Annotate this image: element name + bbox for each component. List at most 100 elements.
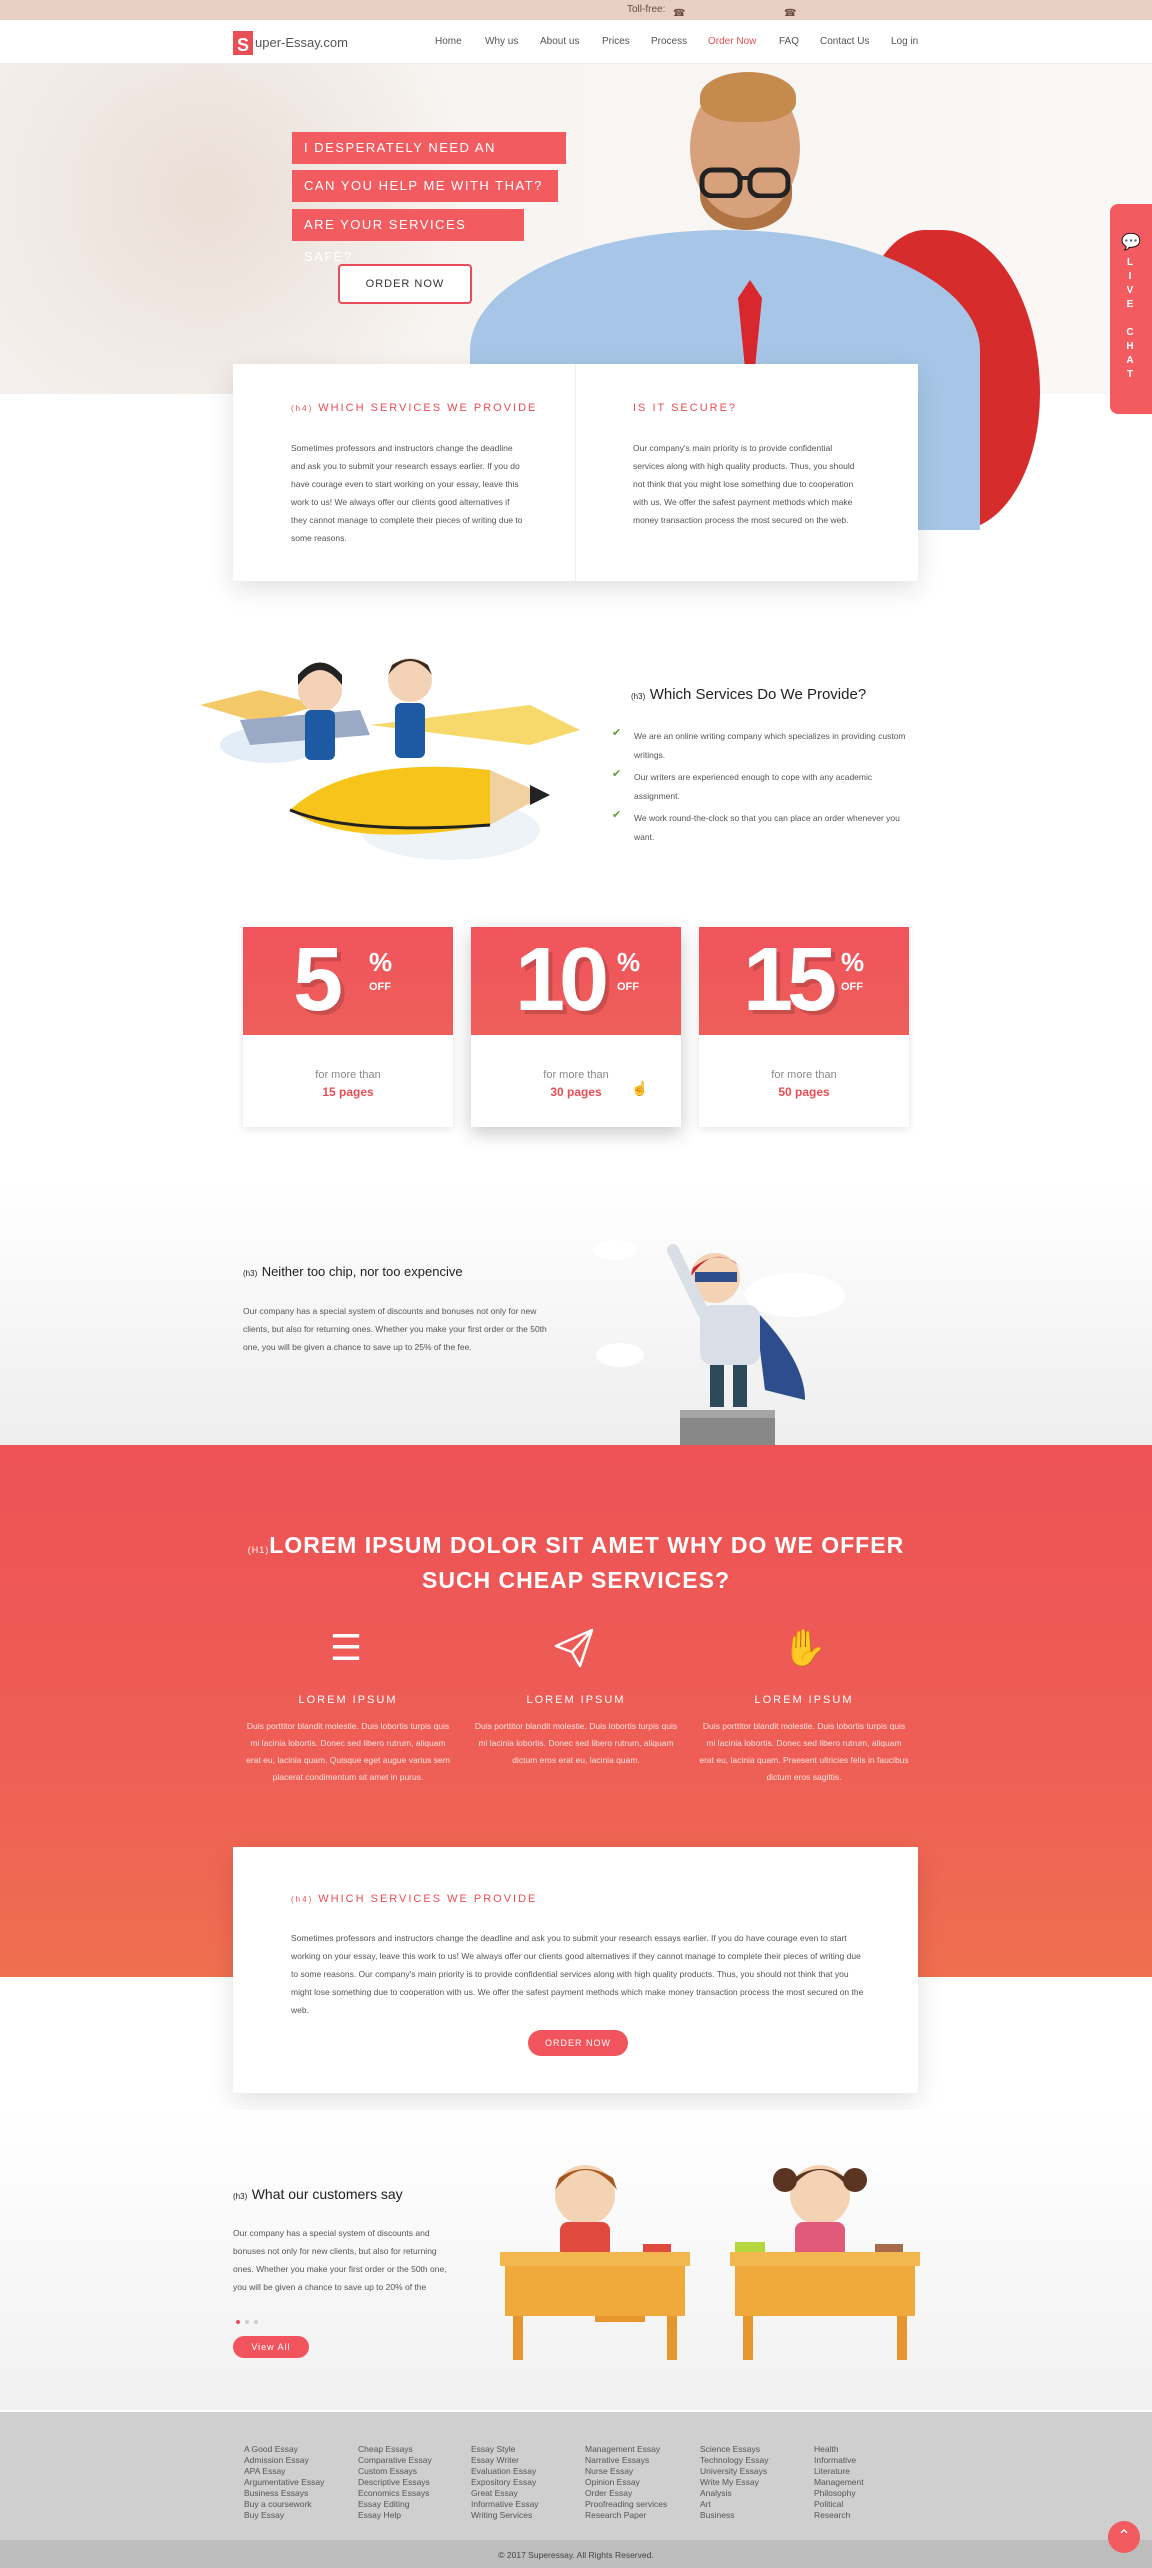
nav-home[interactable]: Home xyxy=(435,36,462,47)
footer-link[interactable]: Buy Essay xyxy=(244,2510,324,2521)
footer-link[interactable]: Political xyxy=(814,2499,864,2510)
footer-link[interactable]: Art xyxy=(700,2499,769,2510)
discount-number: 5 xyxy=(293,930,343,1030)
footer-link[interactable]: Essay Editing xyxy=(358,2499,432,2510)
list-item: ✔ We work round-the-clock so that you ca… xyxy=(612,809,900,842)
footer-link[interactable]: Comparative Essay xyxy=(358,2455,432,2466)
hero-man-glasses xyxy=(699,167,791,198)
footer-link[interactable]: Informative xyxy=(814,2455,864,2466)
footer-link[interactable]: Technology Essay xyxy=(700,2455,769,2466)
footer-link[interactable]: Research xyxy=(814,2510,864,2521)
info-left-title: (h4) WHICH SERVICES WE PROVIDE xyxy=(291,402,538,414)
footer-link[interactable]: Essay Style xyxy=(471,2444,539,2455)
carousel-dots[interactable] xyxy=(236,2311,258,2329)
discount-off: OFF xyxy=(617,981,639,993)
footer-column-6: Health Informative Literature Management Phi… xyxy=(814,2444,864,2521)
discount-percent: % xyxy=(369,947,393,977)
girl-at-desk-illustration xyxy=(730,2165,920,2360)
feature-3-text: Duis porttitor blandit molestie. Duis lo… xyxy=(699,1721,909,1782)
services-card: (h4) WHICH SERVICES WE PROVIDE Sometimes… xyxy=(233,1847,918,2093)
footer-link[interactable]: Business xyxy=(700,2510,769,2521)
footer-link[interactable]: Proofreading services xyxy=(585,2499,667,2510)
hero-line-1: I DESPERATELY NEED AN ESSAY! xyxy=(292,132,566,187)
footer-link[interactable]: Literature xyxy=(814,2466,864,2477)
nav-order-now[interactable]: Order Now xyxy=(708,36,756,47)
view-all-button[interactable]: View All xyxy=(233,2336,309,2358)
paper-plane-icon xyxy=(554,1628,594,1668)
hero-order-now-button[interactable]: ORDER NOW xyxy=(338,264,472,304)
discount-pages: 15 pages xyxy=(322,1085,374,1099)
footer xyxy=(0,2412,1152,2540)
discount-card-15[interactable]: 15 % OFF for more than 50 pages xyxy=(699,927,909,1127)
footer-link[interactable]: Essay Help xyxy=(358,2510,432,2521)
footer-link[interactable]: Analysis xyxy=(700,2488,769,2499)
scroll-to-top-button[interactable]: ⌃ xyxy=(1108,2521,1140,2553)
nav-process[interactable]: Process xyxy=(651,36,687,47)
footer-link[interactable]: Narrative Essays xyxy=(585,2455,667,2466)
footer-link[interactable]: Management xyxy=(814,2477,864,2488)
footer-link[interactable]: Expository Essay xyxy=(471,2477,539,2488)
copyright: © 2017 Superessay. All Rights Reserved. xyxy=(498,2550,654,2560)
footer-link[interactable]: Evaluation Essay xyxy=(471,2466,539,2477)
discount-off: OFF xyxy=(841,981,863,993)
footer-link[interactable]: Essay Writer xyxy=(471,2455,539,2466)
chat-bubble-icon: 💬 xyxy=(1121,234,1141,251)
footer-link[interactable]: Writing Services xyxy=(471,2510,539,2521)
hero-line-3: ARE YOUR SERVICES SAFE? xyxy=(292,209,524,264)
dot-active[interactable] xyxy=(236,2320,240,2324)
info-card: (h4) WHICH SERVICES WE PROVIDE Sometimes… xyxy=(233,364,918,581)
footer-link[interactable]: Science Essays xyxy=(700,2444,769,2455)
nav-prices[interactable]: Prices xyxy=(602,36,630,47)
discount-percent: % xyxy=(841,947,865,977)
services-order-now-button[interactable]: ORDER NOW xyxy=(528,2030,628,2056)
footer-link[interactable]: Business Essays xyxy=(244,2488,324,2499)
live-chat-label: LIVE CHAT xyxy=(1126,257,1136,380)
discount-number: 15 xyxy=(743,930,837,1030)
customers-text: Our company has a special system of disc… xyxy=(233,2228,447,2292)
footer-link[interactable]: Argumentative Essay xyxy=(244,2477,324,2488)
stack-icon: ☰ xyxy=(329,1627,363,1668)
cheap-text: Our company has a special system of disc… xyxy=(243,1306,547,1352)
footer-link[interactable]: Health xyxy=(814,2444,864,2455)
dot[interactable] xyxy=(254,2320,258,2324)
footer-link[interactable]: Admission Essay xyxy=(244,2455,324,2466)
footer-link[interactable]: Philosophy xyxy=(814,2488,864,2499)
footer-link[interactable]: Buy a coursework xyxy=(244,2499,324,2510)
footer-link[interactable]: Opinion Essay xyxy=(585,2477,667,2488)
footer-link[interactable]: Write My Essay xyxy=(700,2477,769,2488)
footer-column-2: Cheap Essays Comparative Essay Custom Essa… xyxy=(358,2444,432,2521)
nav-contact-us[interactable]: Contact Us xyxy=(820,36,869,47)
discount-for-text: for more than xyxy=(543,1069,609,1081)
check-icon: ✔ xyxy=(612,809,622,821)
footer-link[interactable]: Nurse Essay xyxy=(585,2466,667,2477)
discount-card-10[interactable]: 10 % OFF for more than 30 pages ☝ xyxy=(471,927,681,1127)
dot[interactable] xyxy=(245,2320,249,2324)
footer-link[interactable]: Cheap Essays xyxy=(358,2444,432,2455)
nav-why-us[interactable]: Why us xyxy=(485,36,518,47)
footer-link[interactable]: Economics Essays xyxy=(358,2488,432,2499)
info-right-title: IS IT SECURE? xyxy=(633,402,738,414)
hand-cursor-icon: ☝ xyxy=(631,1080,649,1096)
footer-link[interactable]: Great Essay xyxy=(471,2488,539,2499)
footer-link[interactable]: Custom Essays xyxy=(358,2466,432,2477)
footer-link[interactable]: Descriptive Essays xyxy=(358,2477,432,2488)
footer-link[interactable]: Order Essay xyxy=(585,2488,667,2499)
footer-link[interactable]: A Good Essay xyxy=(244,2444,324,2455)
discount-pages: 30 pages xyxy=(550,1085,602,1099)
nav-log-in[interactable]: Log in xyxy=(891,36,918,47)
footer-link[interactable]: Management Essay xyxy=(585,2444,667,2455)
discount-percent: % xyxy=(617,947,641,977)
check-icon: ✔ xyxy=(612,768,622,780)
footer-link[interactable]: Research Paper xyxy=(585,2510,667,2521)
live-chat-tab[interactable]: 💬 LIVE CHAT xyxy=(1110,204,1152,414)
footer-link[interactable]: University Essays xyxy=(700,2466,769,2477)
hero-line-2: CAN YOU HELP ME WITH THAT? xyxy=(292,170,558,202)
footer-link[interactable]: Informative Essay xyxy=(471,2499,539,2510)
nav-faq[interactable]: FAQ xyxy=(779,36,799,47)
footer-link[interactable]: APA Essay xyxy=(244,2466,324,2477)
nav-about-us[interactable]: About us xyxy=(540,36,579,47)
info-right-text: Our company's main priority is to provid… xyxy=(633,443,855,525)
discount-for-text: for more than xyxy=(315,1069,381,1081)
discount-card-5[interactable]: 5 % OFF for more than 15 pages xyxy=(243,927,453,1127)
discount-pages: 50 pages xyxy=(778,1085,830,1099)
